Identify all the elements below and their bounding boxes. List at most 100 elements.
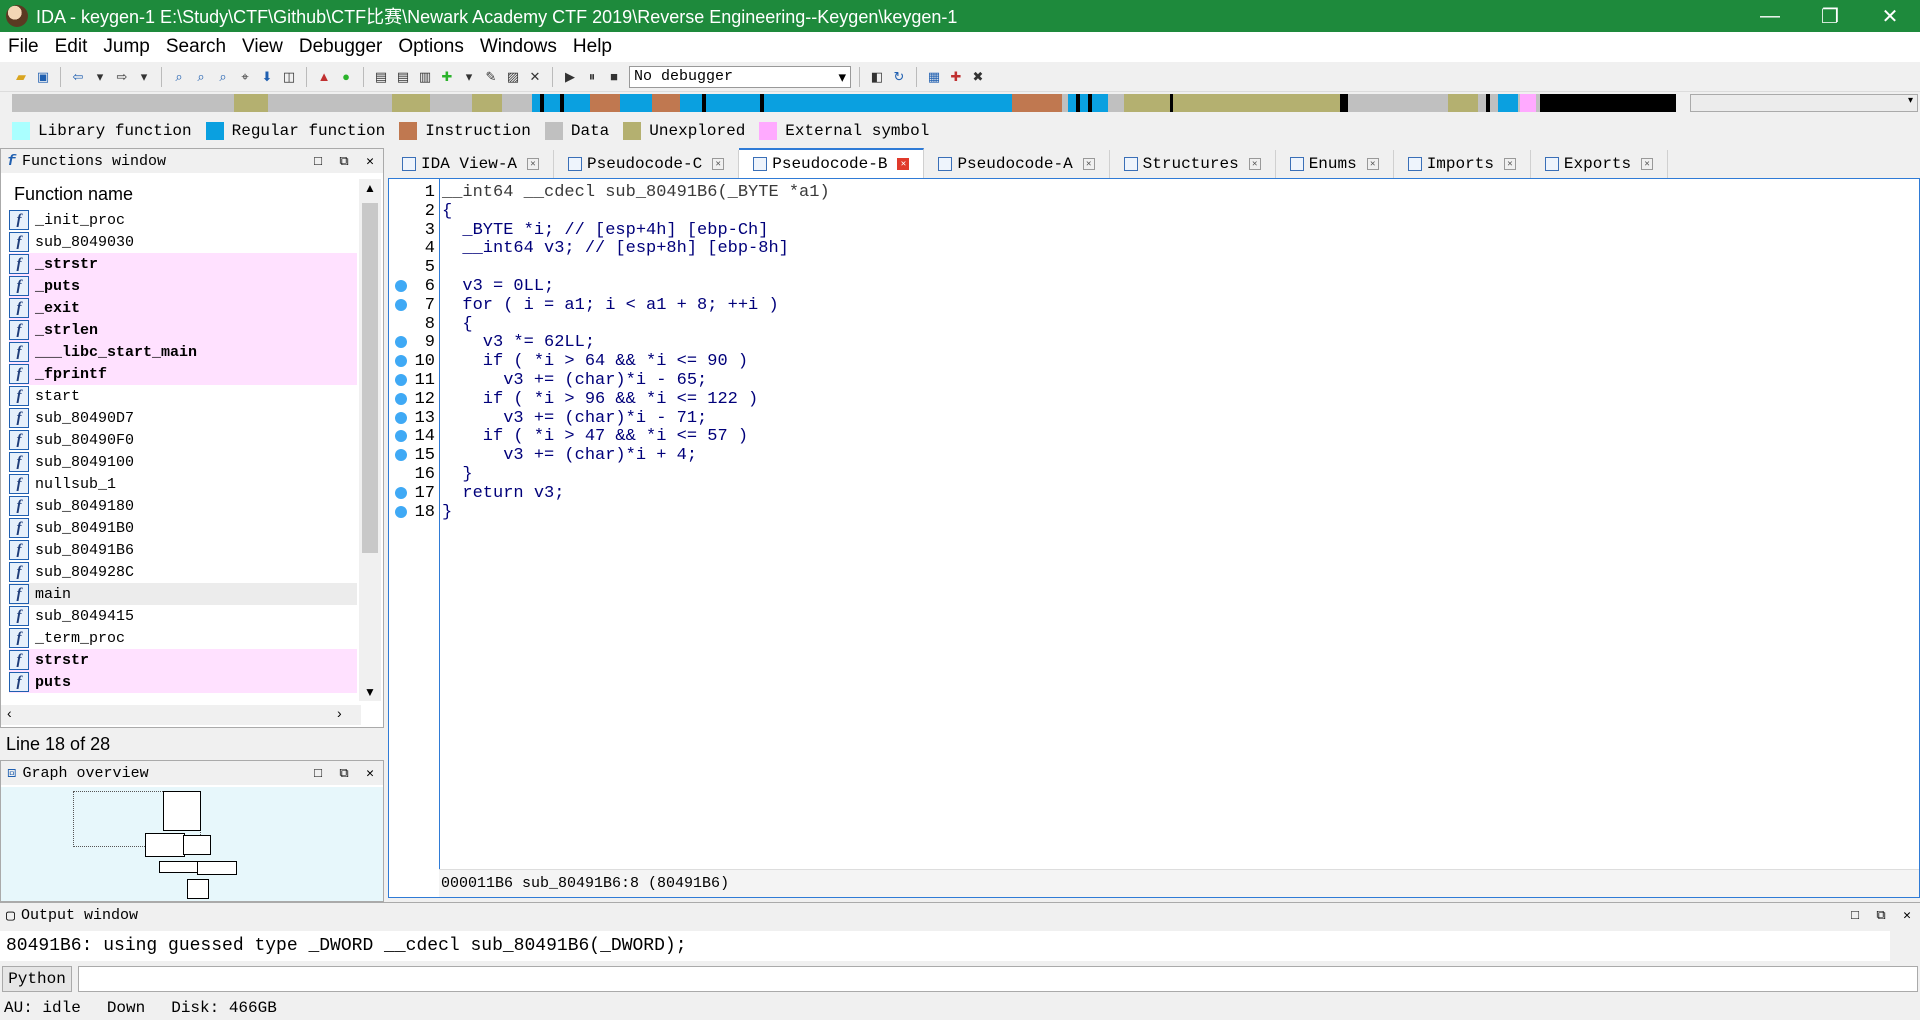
- tab-close-icon[interactable]: ✕: [527, 158, 540, 170]
- menu-options[interactable]: Options: [390, 32, 471, 62]
- panel-restore-icon[interactable]: □: [1842, 908, 1868, 923]
- pause-debug-icon[interactable]: ⏸: [583, 68, 601, 86]
- breakpoint-dot-icon[interactable]: [395, 486, 407, 499]
- jump-down-icon[interactable]: ⬇: [258, 68, 276, 86]
- delete-icon[interactable]: ✕: [526, 68, 544, 86]
- scroll-right-icon[interactable]: ›: [337, 705, 342, 721]
- tab-close-icon[interactable]: ✕: [897, 158, 910, 170]
- forward-arrow-icon[interactable]: ⇨: [113, 68, 131, 86]
- breakpoint-dot-icon[interactable]: [395, 411, 407, 424]
- scroll-down-icon[interactable]: ▼: [359, 685, 381, 699]
- find-icon[interactable]: ⌖: [236, 68, 254, 86]
- scrollbar-thumb[interactable]: [362, 203, 378, 553]
- output-text[interactable]: 80491B6: using guessed type _DWORD __cde…: [0, 931, 1890, 961]
- function-row[interactable]: f puts: [9, 671, 357, 693]
- nav-scroll-dropdown[interactable]: ▾: [1690, 94, 1918, 112]
- panel-close-icon[interactable]: ✕: [357, 766, 383, 781]
- tab-ida-view-a[interactable]: IDA View-A ✕: [388, 150, 555, 178]
- tab-close-icon[interactable]: ✕: [1082, 158, 1095, 170]
- code-icon[interactable]: ▲: [315, 68, 333, 86]
- function-row[interactable]: f _strlen: [9, 319, 357, 341]
- breakpoint-add-icon[interactable]: ✚: [947, 68, 965, 86]
- graph-overview-canvas[interactable]: [1, 787, 383, 901]
- run-green-icon[interactable]: ●: [337, 68, 355, 86]
- code-line[interactable]: for ( i = a1; i < a1 + 8; ++i ): [442, 294, 778, 317]
- graph-icon[interactable]: ◫: [280, 68, 298, 86]
- search-binary-icon[interactable]: ⌕: [170, 68, 188, 86]
- tab-close-icon[interactable]: ✕: [1248, 158, 1261, 170]
- function-list-hscrollbar[interactable]: ‹ ›: [1, 705, 361, 725]
- back-arrow-icon[interactable]: ⇦: [69, 68, 87, 86]
- scroll-left-icon[interactable]: ‹: [7, 705, 12, 721]
- function-row[interactable]: f main: [9, 583, 357, 605]
- code-line[interactable]: __int64 v3; // [esp+8h] [ebp-8h]: [442, 237, 788, 260]
- tab-imports[interactable]: Imports ✕: [1393, 150, 1531, 178]
- enum-icon[interactable]: ▤: [394, 68, 412, 86]
- function-row[interactable]: f ___libc_start_main: [9, 341, 357, 363]
- breakpoint-remove-icon[interactable]: ✖: [969, 68, 987, 86]
- menu-view[interactable]: View: [234, 32, 291, 62]
- menu-debugger[interactable]: Debugger: [291, 32, 390, 62]
- search-text-icon[interactable]: ⌕: [192, 68, 210, 86]
- tab-pseudocode-b[interactable]: Pseudocode-B ✕: [739, 148, 925, 178]
- breakpoints-icon[interactable]: ▦: [925, 68, 943, 86]
- breakpoint-dot-icon[interactable]: [395, 505, 407, 518]
- panel-float-icon[interactable]: ⧉: [331, 766, 357, 781]
- debugger-select[interactable]: No debugger ▾: [629, 65, 851, 88]
- breakpoint-dot-icon[interactable]: [395, 355, 407, 368]
- menu-search[interactable]: Search: [158, 32, 234, 62]
- tab-exports[interactable]: Exports ✕: [1530, 150, 1669, 178]
- function-row[interactable]: f _exit: [9, 297, 357, 319]
- pseudocode-view[interactable]: 1 2 3 4 5 6 7 8 9 10 11 12 13 14 15 16 17 18 __int64 __cd…: [388, 178, 1920, 898]
- tab-close-icon[interactable]: ✕: [1503, 158, 1516, 170]
- function-row[interactable]: f _init_proc: [9, 209, 357, 231]
- refresh-icon[interactable]: ↻: [890, 68, 908, 86]
- breakpoint-dot-icon[interactable]: [395, 336, 407, 349]
- minimize-button[interactable]: —: [1740, 0, 1800, 32]
- function-row[interactable]: f sub_804928C: [9, 561, 357, 583]
- function-row[interactable]: f sub_80490D7: [9, 407, 357, 429]
- breakpoint-dot-icon[interactable]: [395, 280, 407, 292]
- menu-edit[interactable]: Edit: [47, 32, 96, 62]
- python-command-input[interactable]: [78, 966, 1918, 992]
- line-number-gutter[interactable]: 1 2 3 4 5 6 7 8 9 10 11 12 13 14 15 16 17 18: [389, 179, 439, 869]
- image-icon[interactable]: ▨: [504, 68, 522, 86]
- function-icon[interactable]: ▥: [416, 68, 434, 86]
- code-line[interactable]: }: [442, 501, 452, 524]
- forward-dropdown-icon[interactable]: ▾: [135, 68, 153, 86]
- struct-icon[interactable]: ▤: [372, 68, 390, 86]
- panel-restore-icon[interactable]: □: [305, 766, 331, 781]
- menu-help[interactable]: Help: [565, 32, 620, 62]
- tab-close-icon[interactable]: ✕: [712, 158, 725, 170]
- navigation-band[interactable]: [12, 94, 1676, 112]
- tab-close-icon[interactable]: ✕: [1641, 158, 1654, 170]
- code-line[interactable]: return v3;: [442, 482, 564, 505]
- menu-jump[interactable]: Jump: [95, 32, 157, 62]
- function-row[interactable]: f nullsub_1: [9, 473, 357, 495]
- tab-pseudocode-c[interactable]: Pseudocode-C ✕: [554, 150, 740, 178]
- function-row[interactable]: f _fprintf: [9, 363, 357, 385]
- code-line[interactable]: v3 += (char)*i + 4;: [442, 444, 697, 467]
- tab-close-icon[interactable]: ✕: [1366, 158, 1379, 170]
- pseudocode-text[interactable]: __int64 __cdecl sub_80491B6(_BYTE *a1){ …: [439, 179, 1919, 869]
- python-language-button[interactable]: Python: [2, 966, 72, 992]
- start-debug-icon[interactable]: ▶: [561, 68, 579, 86]
- breakpoint-dot-icon[interactable]: [395, 298, 407, 311]
- breakpoint-dot-icon[interactable]: [395, 392, 407, 405]
- function-row[interactable]: f _strstr: [9, 253, 357, 275]
- function-row[interactable]: f start: [9, 385, 357, 407]
- menu-file[interactable]: File: [0, 32, 47, 62]
- breakpoint-dot-icon[interactable]: [395, 374, 407, 386]
- function-row[interactable]: f strstr: [9, 649, 357, 671]
- panel-float-icon[interactable]: ⧉: [1868, 908, 1894, 923]
- tab-enums[interactable]: Enums ✕: [1275, 150, 1394, 178]
- function-row[interactable]: f sub_80490F0: [9, 429, 357, 451]
- back-dropdown-icon[interactable]: ▾: [91, 68, 109, 86]
- trace-icon[interactable]: ◧: [868, 68, 886, 86]
- search-immediate-icon[interactable]: ⌕: [214, 68, 232, 86]
- function-list-scrollbar[interactable]: ▲ ▼: [359, 179, 381, 701]
- function-row[interactable]: f _term_proc: [9, 627, 357, 649]
- panel-close-icon[interactable]: ✕: [1894, 908, 1920, 923]
- function-row[interactable]: f sub_8049180: [9, 495, 357, 517]
- breakpoint-dot-icon[interactable]: [395, 449, 407, 462]
